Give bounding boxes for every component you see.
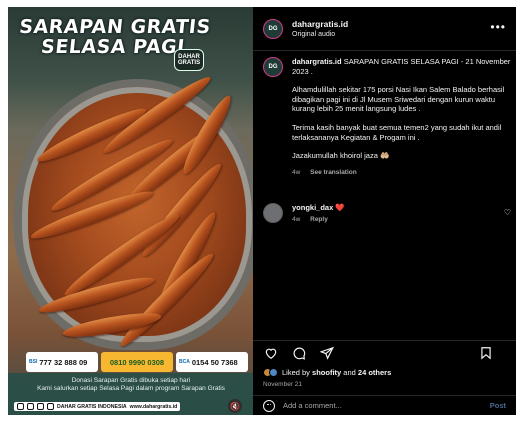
mute-icon[interactable]: 🔇 bbox=[228, 399, 242, 413]
comment-meta: 4w Reply bbox=[292, 216, 345, 223]
liker-username[interactable]: shoofity bbox=[312, 368, 341, 377]
post-comment-button[interactable]: Post bbox=[490, 401, 506, 410]
post-details-panel: DG dahargratis.id Original audio ••• DG … bbox=[253, 7, 516, 415]
liker-avatar bbox=[269, 368, 278, 377]
comment-bubble-icon[interactable] bbox=[291, 345, 307, 361]
media-footer-strip: DAHAR GRATIS INDONESIA www.dahargratis.i… bbox=[14, 402, 181, 411]
emoji-icon[interactable] bbox=[263, 399, 275, 412]
add-comment-bar: Post bbox=[253, 395, 516, 415]
see-translation-link[interactable]: See translation bbox=[310, 169, 357, 176]
food-pan-image bbox=[22, 71, 252, 352]
donation-text: Donasi Sarapan Gratis dibuka setiap hari… bbox=[37, 377, 225, 392]
caption-age: 4w bbox=[292, 168, 301, 176]
bank-bca: BCA 0154 50 7368 bbox=[176, 352, 248, 372]
post-media[interactable]: SARAPAN GRATIS SELASA PAGI DAHAR GRATIS … bbox=[8, 7, 253, 415]
like-heart-icon[interactable] bbox=[263, 345, 279, 361]
comment-item: yongki_dax ❤️ 4w Reply ♡ bbox=[263, 203, 511, 223]
caption-paragraph: Terima kasih banyak buat semua temen2 ya… bbox=[292, 122, 502, 142]
tiktok-icon bbox=[37, 403, 44, 410]
bank-mandiri: 0810 9990 0308 bbox=[101, 352, 173, 372]
youtube-icon bbox=[47, 403, 54, 410]
comment-text: ❤️ bbox=[335, 203, 345, 212]
share-send-icon[interactable] bbox=[319, 345, 335, 361]
caption-paragraph: Alhamdulillah sekitar 175 porsi Nasi Ika… bbox=[292, 85, 505, 114]
comment-username[interactable]: yongki_dax bbox=[292, 203, 333, 212]
comment-age: 4w bbox=[292, 216, 301, 223]
facebook-icon bbox=[17, 403, 24, 410]
caption-meta: 4w See translation bbox=[292, 168, 511, 178]
bookmark-icon[interactable] bbox=[478, 345, 494, 361]
avatar[interactable] bbox=[263, 203, 283, 223]
like-comment-heart-icon[interactable]: ♡ bbox=[504, 208, 511, 217]
original-audio-link[interactable]: Original audio bbox=[292, 31, 348, 38]
avatar[interactable]: DG bbox=[263, 57, 283, 77]
instagram-icon bbox=[27, 403, 34, 410]
avatar[interactable]: DG bbox=[263, 18, 283, 39]
instagram-post-modal: SARAPAN GRATIS SELASA PAGI DAHAR GRATIS … bbox=[8, 7, 516, 415]
post-caption: DG dahargratis.id SARAPAN GRATIS SELASA … bbox=[263, 57, 511, 177]
likes-summary: Liked by shoofity and 24 others bbox=[263, 368, 391, 377]
caption-username[interactable]: dahargratis.id bbox=[292, 57, 342, 66]
action-bar bbox=[253, 340, 516, 364]
more-options-icon[interactable]: ••• bbox=[490, 20, 506, 34]
reply-button[interactable]: Reply bbox=[310, 216, 328, 223]
comment-input[interactable] bbox=[283, 401, 490, 410]
caption-paragraph: Jazakumullah khoirol jaza 🤲🏼 bbox=[292, 151, 390, 161]
bank-bsi: BSI 777 32 888 09 bbox=[26, 352, 98, 372]
header-username[interactable]: dahargratis.id bbox=[292, 19, 348, 29]
post-header: DG dahargratis.id Original audio ••• bbox=[253, 7, 516, 51]
brand-logo: DAHAR GRATIS bbox=[174, 49, 204, 71]
bank-account-strip: BSI 777 32 888 09 0810 9990 0308 BCA 015… bbox=[26, 352, 248, 372]
post-date: November 21 bbox=[263, 381, 303, 388]
likes-count-link[interactable]: 24 others bbox=[358, 368, 391, 377]
